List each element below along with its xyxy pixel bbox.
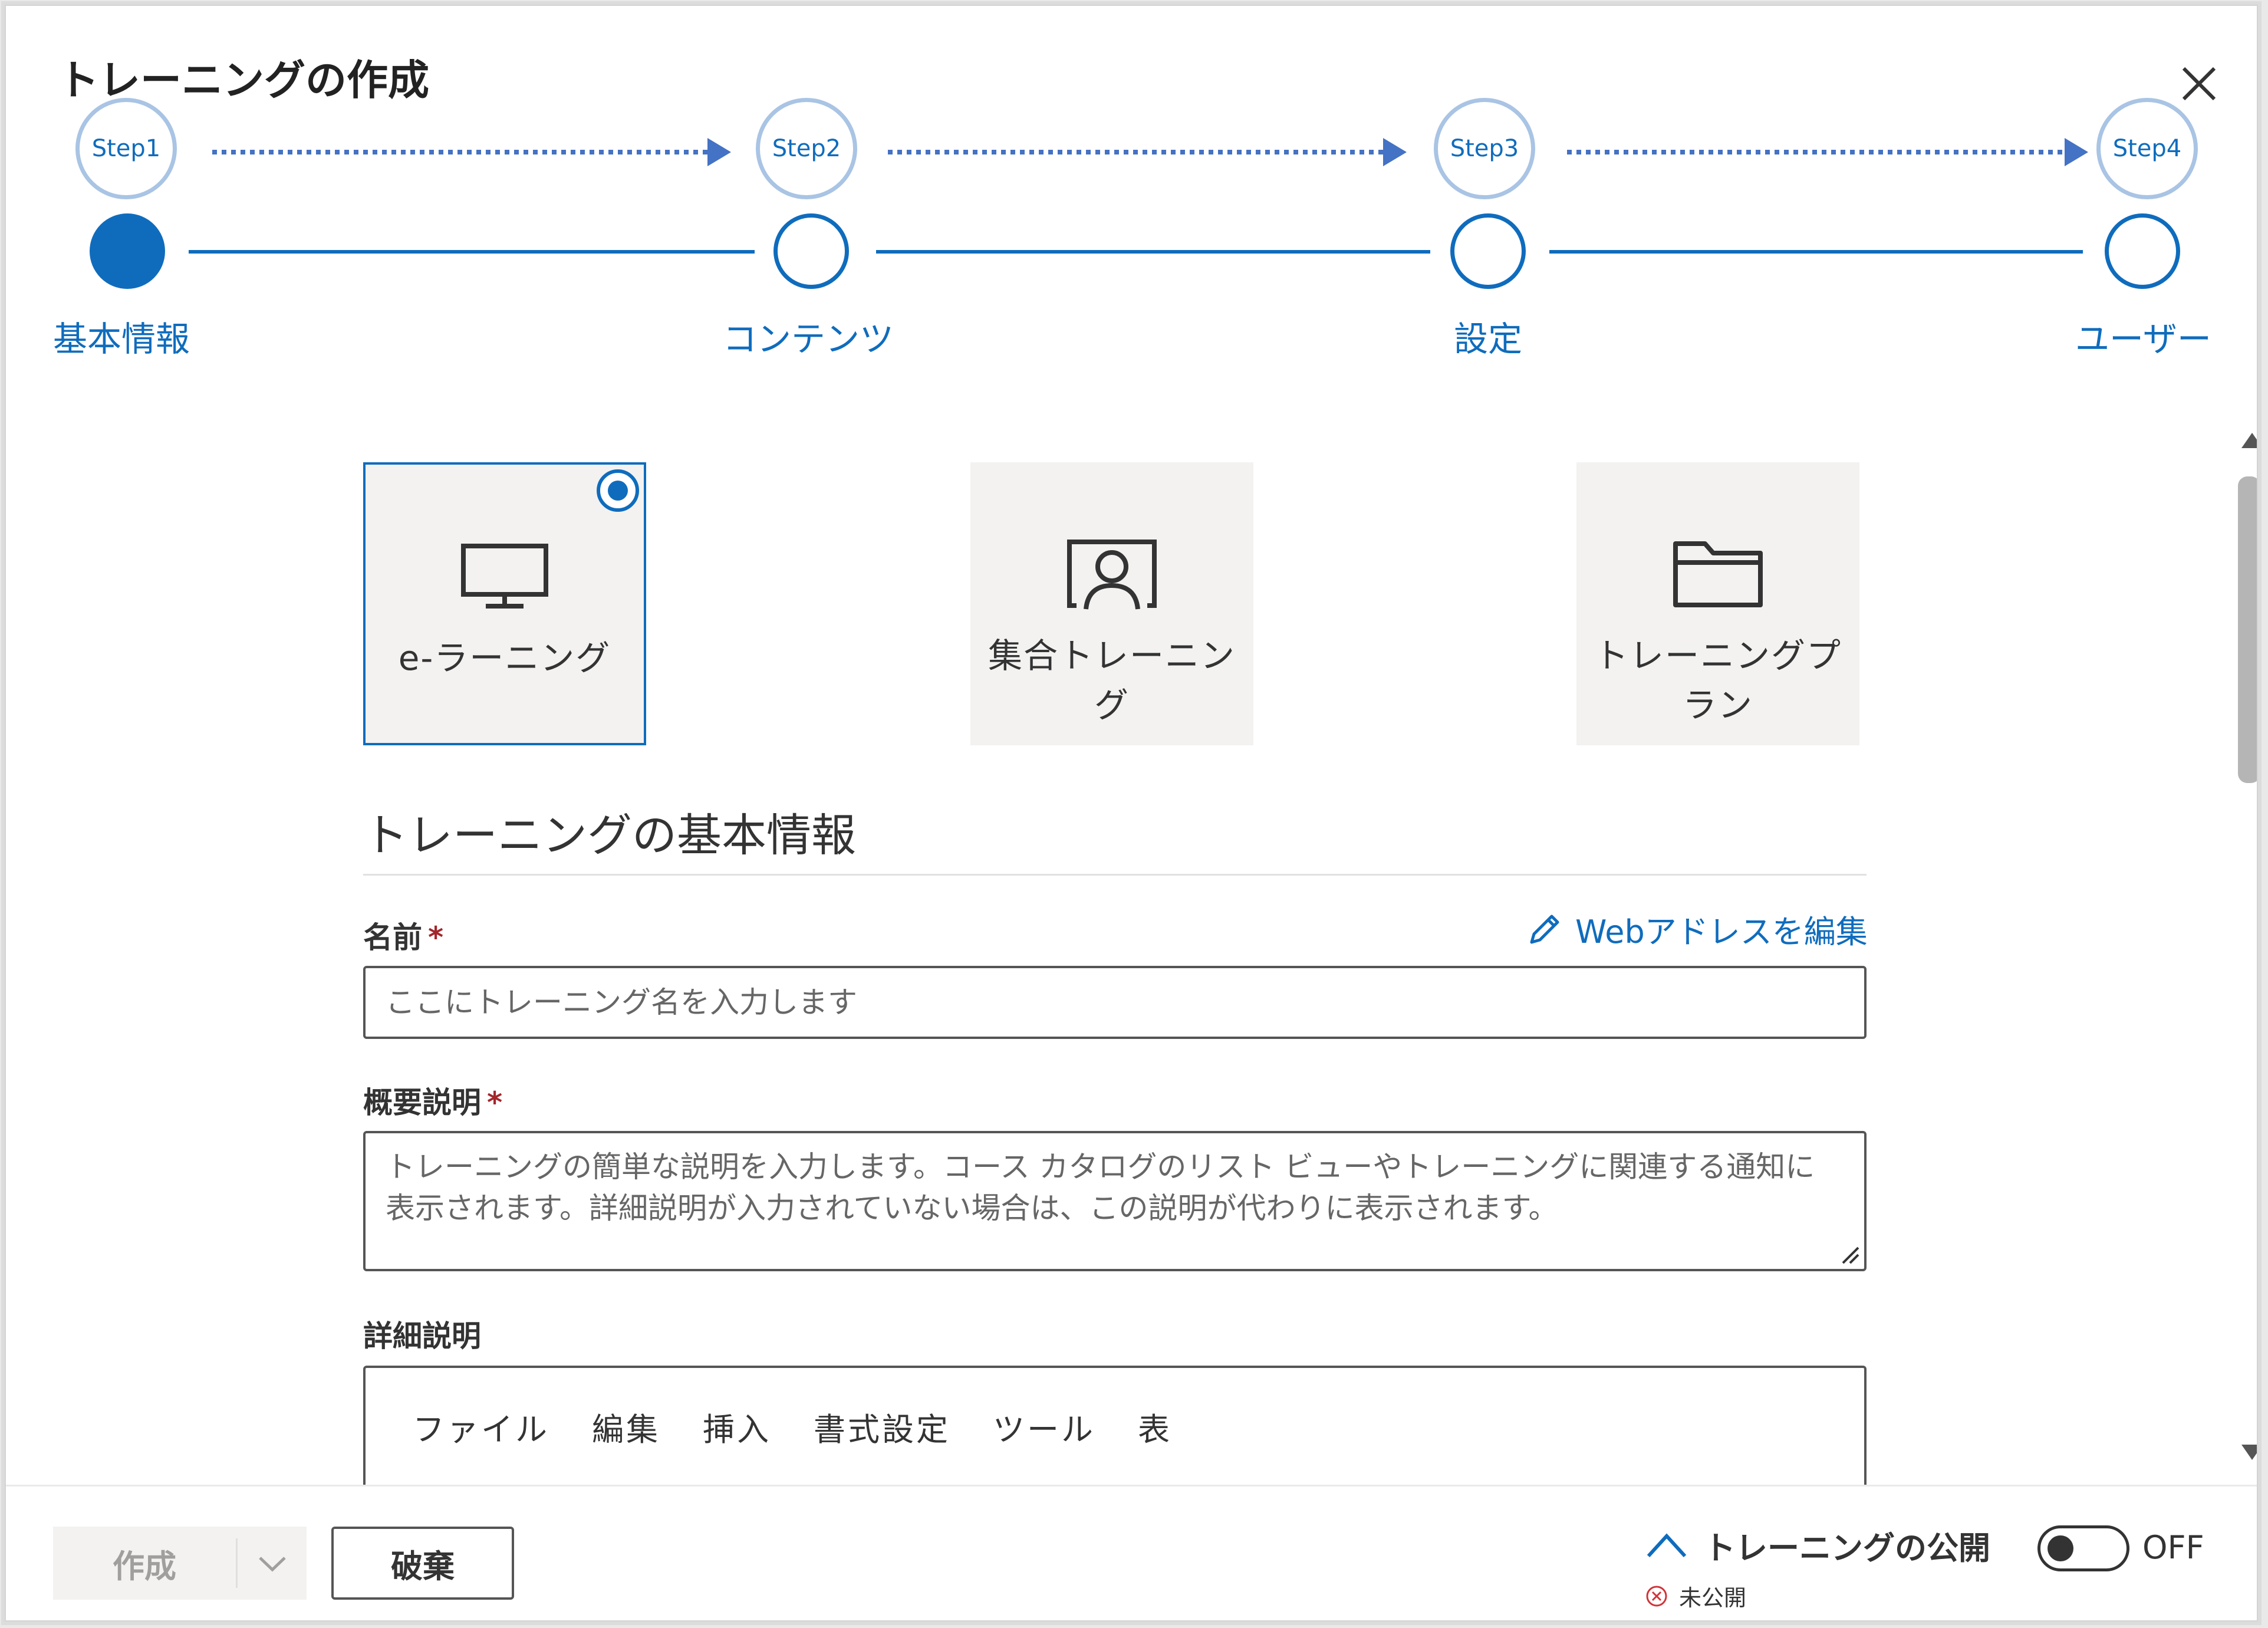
resize-handle-icon[interactable] xyxy=(1839,1244,1861,1265)
editor-menu-file[interactable]: ファイル xyxy=(413,1403,549,1450)
required-mark: * xyxy=(428,920,444,955)
create-button-label[interactable]: 作成 xyxy=(53,1540,236,1587)
type-label: トレーニングプラン xyxy=(1594,636,1842,725)
editor-menu-tools[interactable]: ツール xyxy=(993,1403,1095,1450)
error-circle-icon xyxy=(1646,1586,1667,1606)
step-bubble-1: Step1 xyxy=(75,98,177,199)
step-indicator-4[interactable] xyxy=(2105,213,2180,289)
step-connector xyxy=(189,250,755,254)
required-mark: * xyxy=(487,1086,503,1120)
editor-menu-format[interactable]: 書式設定 xyxy=(814,1403,950,1450)
folder-icon xyxy=(1673,541,1763,607)
editor-menu-edit[interactable]: 編集 xyxy=(592,1403,660,1450)
chevron-down-icon xyxy=(258,1557,286,1572)
step-label-settings[interactable]: 設定 xyxy=(1454,311,1522,361)
discard-button[interactable]: 破棄 xyxy=(331,1527,514,1600)
section-title: トレーニングの基本情報 xyxy=(363,809,856,861)
summary-label: 概要説明 * xyxy=(363,1086,503,1120)
pencil-icon xyxy=(1530,915,1559,943)
type-label: e-ラーニング xyxy=(398,638,611,678)
scrollbar-thumb[interactable] xyxy=(2238,476,2257,783)
name-input[interactable] xyxy=(366,968,1864,1037)
toggle-state-text: OFF xyxy=(2142,1529,2204,1566)
step-indicator-2[interactable] xyxy=(773,213,849,289)
step-indicator-1[interactable] xyxy=(90,213,165,289)
publish-status: 未公開 xyxy=(1645,1580,1746,1612)
divider xyxy=(363,874,1867,876)
step-label-users[interactable]: ユーザー xyxy=(2075,311,2211,361)
step-label-contents[interactable]: コンテンツ xyxy=(723,311,894,361)
step-bubble-3: Step3 xyxy=(1434,98,1535,199)
step-connector xyxy=(1549,250,2083,254)
step-bubble-2: Step2 xyxy=(756,98,857,199)
create-training-dialog: トレーニングの作成 Step1 Step2 Step3 Step4 基本情報 コ… xyxy=(5,5,2258,1622)
detail-label: 詳細説明 xyxy=(363,1319,481,1353)
scroll-down-arrow-icon[interactable] xyxy=(2240,1443,2258,1461)
name-field[interactable] xyxy=(363,966,1867,1039)
step-connector xyxy=(876,250,1430,254)
toggle-knob xyxy=(2048,1535,2073,1561)
monitor-icon xyxy=(461,544,548,609)
type-label: 集合トレーニング xyxy=(988,636,1236,725)
type-card-elearning[interactable]: e-ラーニング xyxy=(363,462,646,745)
type-card-training-plan[interactable]: トレーニングプラン xyxy=(1576,462,1859,745)
step-arrows xyxy=(212,138,2088,166)
edit-web-address-link[interactable]: Webアドレスを編集 xyxy=(1526,906,1868,952)
type-card-classroom[interactable]: 集合トレーニング xyxy=(970,462,1253,745)
editor-menu-insert[interactable]: 挿入 xyxy=(703,1403,771,1450)
scroll-up-arrow-icon[interactable] xyxy=(2240,432,2258,449)
summary-field[interactable] xyxy=(363,1131,1867,1271)
editor-menubar: ファイル 編集 挿入 書式設定 ツール 表 xyxy=(413,1403,1172,1450)
step-bubble-4: Step4 xyxy=(2096,98,2198,199)
chevron-up-icon[interactable] xyxy=(1646,1532,1687,1558)
publish-label: トレーニングの公開 xyxy=(1704,1530,1990,1567)
publish-section[interactable]: トレーニングの公開 xyxy=(1646,1522,1990,1568)
classroom-presenter-icon xyxy=(1067,540,1157,610)
type-radio-selected[interactable] xyxy=(597,469,639,512)
name-label: 名前 * xyxy=(363,920,444,955)
summary-textarea[interactable] xyxy=(366,1133,1864,1269)
editor-menu-table[interactable]: 表 xyxy=(1138,1403,1172,1450)
step-label-basic-info[interactable]: 基本情報 xyxy=(53,311,190,361)
create-dropdown[interactable] xyxy=(238,1554,307,1572)
dialog-footer: 作成 破棄 トレーニングの公開 未公開 OFF xyxy=(6,1485,2257,1620)
create-split-button[interactable]: 作成 xyxy=(53,1527,307,1600)
publish-toggle[interactable] xyxy=(2037,1525,2129,1571)
step-indicator-3[interactable] xyxy=(1450,213,1526,289)
